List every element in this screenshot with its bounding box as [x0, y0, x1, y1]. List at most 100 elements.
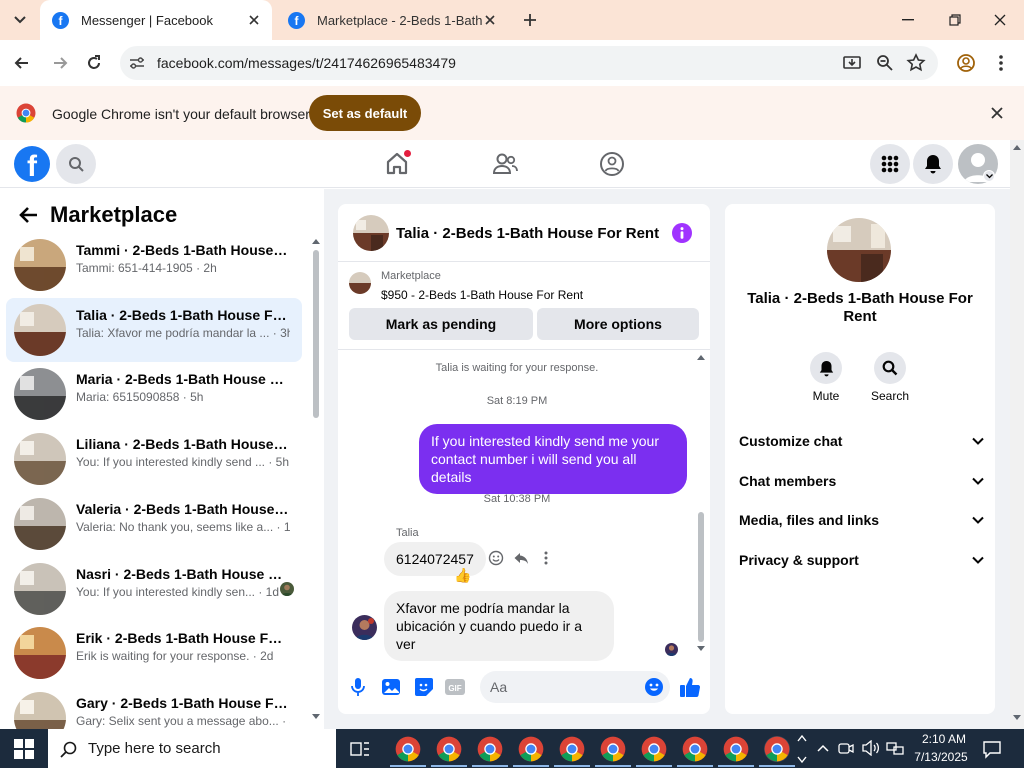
volume-icon[interactable]: [862, 740, 880, 756]
conversation-item[interactable]: Valeria · 2-Beds 1-Bath House For Rent Va…: [6, 492, 302, 556]
reload-button[interactable]: [84, 53, 104, 73]
conversation-preview: Gary: Selix sent you a message abo... · …: [76, 713, 290, 728]
chrome-menu-icon[interactable]: [993, 53, 1009, 73]
site-info-icon[interactable]: [126, 52, 148, 74]
dismiss-infobar-icon[interactable]: [990, 106, 1004, 120]
mark-as-pending-button[interactable]: Mark as pending: [349, 308, 533, 340]
info-avatar[interactable]: [827, 218, 891, 282]
conversation-scrollbar[interactable]: [310, 236, 322, 726]
conversation-item[interactable]: Nasri · 2-Beds 1-Bath House For Rent You:…: [6, 557, 302, 621]
camera-tray-icon[interactable]: [838, 740, 854, 756]
start-button[interactable]: [14, 739, 34, 759]
install-app-icon[interactable]: [842, 53, 862, 73]
chrome-taskbar-icon[interactable]: [600, 736, 626, 762]
bookmark-star-icon[interactable]: [906, 53, 926, 73]
taskbar-scroll-arrows[interactable]: [795, 731, 809, 767]
nav-groups-button[interactable]: [599, 151, 625, 177]
menu-button[interactable]: [870, 144, 910, 184]
chrome-taskbar-icon[interactable]: [436, 736, 462, 762]
close-tab-icon[interactable]: [246, 12, 262, 28]
reply-icon[interactable]: [513, 550, 529, 566]
zoom-icon[interactable]: [875, 53, 895, 73]
incoming-message[interactable]: Xfavor me podría mandar la ubicación y c…: [384, 591, 614, 661]
task-view-button[interactable]: [350, 739, 370, 759]
new-tab-button[interactable]: [520, 10, 540, 30]
set-as-default-button[interactable]: Set as default: [309, 95, 421, 131]
chrome-taskbar-icon[interactable]: [723, 736, 749, 762]
network-icon[interactable]: [886, 740, 904, 756]
conversation-item[interactable]: Maria · 2-Beds 1-Bath House For Rent Mari…: [6, 362, 302, 426]
search-icon: [60, 741, 77, 758]
url-text[interactable]: facebook.com/messages/t/2417462696548347…: [157, 55, 456, 71]
attach-photo-button[interactable]: [381, 677, 401, 697]
close-tab-icon[interactable]: [482, 12, 498, 28]
notification-center-button[interactable]: [982, 739, 1002, 759]
chevron-up-icon: [817, 744, 829, 752]
show-hidden-icons[interactable]: [816, 740, 830, 756]
page-scrollbar[interactable]: [1010, 140, 1024, 729]
info-section[interactable]: Media, files and links: [739, 510, 984, 530]
message-reaction[interactable]: 👍: [454, 566, 471, 584]
close-window-button[interactable]: [988, 10, 1012, 30]
conversation-item[interactable]: Tammi · 2-Beds 1-Bath House For Rent Tamm…: [6, 233, 302, 297]
info-name: Talia · 2-Beds 1-Bath House For Rent: [747, 290, 973, 325]
facebook-logo[interactable]: f: [14, 146, 50, 182]
info-section[interactable]: Customize chat: [739, 431, 984, 451]
like-button[interactable]: [679, 676, 701, 698]
mute-button[interactable]: [810, 352, 842, 384]
chrome-taskbar-icon[interactable]: [641, 736, 667, 762]
chrome-taskbar-icon[interactable]: [395, 736, 421, 762]
listing-title[interactable]: $950 - 2-Beds 1-Bath House For Rent: [381, 288, 583, 302]
conversation-item[interactable]: Liliana · 2-Beds 1-Bath House For Rent Yo…: [6, 427, 302, 491]
chrome-taskbar-icon[interactable]: [518, 736, 544, 762]
microphone-button[interactable]: [349, 677, 367, 697]
gif-button[interactable]: GIF: [445, 678, 465, 696]
sender-avatar[interactable]: [352, 615, 377, 640]
conversation-name: Maria · 2-Beds 1-Bath House For Rent: [76, 371, 290, 388]
close-icon: [994, 14, 1006, 26]
message-more-icon[interactable]: [540, 550, 552, 566]
info-section[interactable]: Privacy & support: [739, 550, 984, 570]
fb-search-button[interactable]: [56, 144, 96, 184]
chrome-taskbar-icon[interactable]: [682, 736, 708, 762]
outgoing-message[interactable]: If you interested kindly send me your co…: [419, 424, 687, 494]
groups-icon: [600, 152, 624, 176]
conversation-item[interactable]: Talia · 2-Beds 1-Bath House For Rent Tali…: [6, 297, 302, 362]
conversation-avatar: [14, 433, 66, 486]
message-input[interactable]: Aa: [480, 671, 670, 703]
info-section[interactable]: Chat members: [739, 471, 984, 491]
back-arrow-button[interactable]: [18, 204, 40, 226]
conversation-name: Liliana · 2-Beds 1-Bath House For Rent: [76, 436, 290, 453]
account-chevron-icon[interactable]: [983, 170, 995, 182]
more-options-button[interactable]: More options: [537, 308, 699, 340]
tab-messenger[interactable]: f Messenger | Facebook: [40, 0, 272, 40]
bell-icon: [819, 360, 833, 376]
nav-friends-button[interactable]: [492, 152, 518, 176]
chrome-taskbar-icon[interactable]: [559, 736, 585, 762]
conversation-info-button[interactable]: [672, 223, 692, 243]
maximize-button[interactable]: [943, 10, 967, 30]
conversation-item[interactable]: Erik · 2-Beds 1-Bath House For Rent Erik …: [6, 621, 302, 685]
tab-marketplace[interactable]: f Marketplace - 2-Beds 1-Bath H: [278, 0, 508, 40]
listing-thumbnail[interactable]: [349, 272, 371, 294]
minimize-button[interactable]: [896, 10, 920, 30]
emoji-button[interactable]: [644, 677, 664, 697]
chat-header-avatar[interactable]: [353, 215, 389, 251]
sticker-button[interactable]: [414, 677, 434, 697]
chrome-taskbar-icon[interactable]: [764, 736, 790, 762]
clock-time[interactable]: 2:10 AM: [912, 732, 976, 746]
chrome-taskbar-icon[interactable]: [477, 736, 503, 762]
search-in-chat-button[interactable]: [874, 352, 906, 384]
tab-search-dropdown[interactable]: [8, 8, 32, 32]
react-icon[interactable]: [488, 550, 504, 566]
notifications-button[interactable]: [913, 144, 953, 184]
taskbar-search-box[interactable]: Type here to search: [48, 729, 336, 768]
chevron-down-icon: [972, 516, 984, 524]
back-button[interactable]: [12, 53, 32, 73]
clock-date[interactable]: 7/13/2025: [906, 750, 976, 764]
forward-button[interactable]: [50, 53, 70, 73]
profile-icon[interactable]: [956, 53, 976, 73]
chat-title[interactable]: Talia · 2-Beds 1-Bath House For Rent: [396, 225, 659, 242]
chat-scrollbar[interactable]: [695, 352, 707, 656]
sticker-icon: [415, 678, 433, 696]
